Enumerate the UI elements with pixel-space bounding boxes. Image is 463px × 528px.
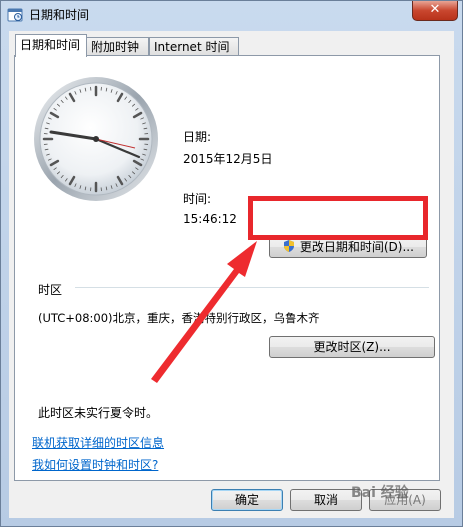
timezone-section-label: 时区 bbox=[38, 281, 62, 298]
online-timezone-info-link[interactable]: 联机获取详细的时区信息 bbox=[32, 434, 164, 451]
dst-note: 此时区未实行夏令时。 bbox=[38, 404, 158, 421]
title-bar[interactable]: 日期和时间 ✕ bbox=[1, 1, 462, 29]
change-date-time-label: 更改日期和时间(D)... bbox=[300, 240, 414, 254]
time-value: 15:46:12 bbox=[183, 212, 237, 226]
tab-internet-time[interactable]: Internet 时间 bbox=[149, 37, 239, 56]
analog-clock bbox=[31, 74, 161, 204]
highlight-box bbox=[248, 196, 428, 240]
close-button[interactable]: ✕ bbox=[412, 1, 458, 21]
tab-date-time[interactable]: 日期和时间 bbox=[15, 34, 87, 57]
watermark: Bai 经验 bbox=[351, 482, 409, 502]
time-label: 时间: bbox=[183, 190, 211, 207]
tab-additional-clocks[interactable]: 附加时钟 bbox=[86, 37, 149, 56]
date-label: 日期: bbox=[183, 128, 211, 145]
window-title: 日期和时间 bbox=[29, 6, 89, 23]
date-value: 2015年12月5日 bbox=[183, 150, 272, 167]
date-time-dialog: 日期和时间 ✕ 日期和时间 附加时钟 Internet 时间 bbox=[0, 0, 463, 527]
ok-button[interactable]: 确定 bbox=[211, 489, 283, 511]
change-timezone-button[interactable]: 更改时区(Z)... bbox=[269, 336, 435, 358]
dialog-body: 日期和时间 附加时钟 Internet 时间 bbox=[9, 31, 454, 518]
uac-shield-icon bbox=[282, 239, 296, 253]
timezone-divider bbox=[75, 287, 429, 288]
tab-panel: 日期: 2015年12月5日 时间: 15:46:12 更改日期和时间(D)..… bbox=[14, 55, 440, 481]
timezone-value: (UTC+08:00)北京，重庆，香港特别行政区，乌鲁木齐 bbox=[38, 310, 320, 326]
clock-app-icon bbox=[7, 6, 23, 22]
how-to-set-clock-link[interactable]: 我如何设置时钟和时区? bbox=[32, 456, 158, 473]
close-icon: ✕ bbox=[430, 2, 441, 17]
